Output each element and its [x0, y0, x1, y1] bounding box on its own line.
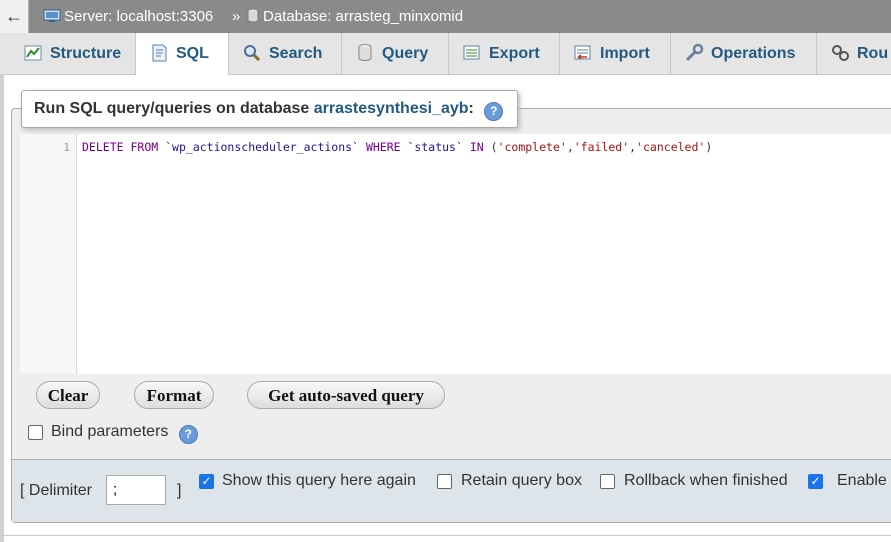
editor-gutter: 1: [20, 134, 77, 374]
tab-import[interactable]: Import: [560, 33, 671, 74]
sql-token: IN: [469, 140, 484, 154]
tab-structure-label: Structure: [50, 45, 122, 62]
tab-search-label: Search: [269, 45, 323, 62]
sql-token: FROM: [130, 140, 159, 154]
back-button[interactable]: ←: [0, 0, 29, 33]
sql-token: WHERE: [365, 140, 401, 154]
rollback-label[interactable]: Rollback when finished: [624, 472, 788, 490]
bind-parameters-label[interactable]: Bind parameters ?: [51, 423, 198, 444]
panel-title-suffix: :: [468, 100, 474, 117]
get-auto-saved-query-button[interactable]: Get auto-saved query: [247, 381, 445, 409]
tab-routines-label: Rou: [857, 45, 889, 62]
breadcrumb-server-link[interactable]: Server: localhost:3306: [43, 0, 213, 33]
bottom-divider: [0, 535, 891, 536]
routines-icon: [832, 45, 849, 61]
breadcrumb-server-label: Server: localhost:3306: [64, 8, 214, 25]
rollback-checkbox[interactable]: [600, 474, 615, 489]
search-icon: [244, 45, 261, 62]
delimiter-input[interactable]: ;: [106, 475, 166, 505]
tab-routines[interactable]: Rou: [817, 33, 891, 74]
sql-token: ): [705, 140, 713, 154]
delimiter-close-bracket: ]: [177, 482, 182, 499]
bind-parameters-help-icon[interactable]: ?: [178, 425, 198, 444]
panel-db-name: arrastesynthesi_ayb: [313, 100, 469, 117]
breadcrumb-database-link[interactable]: Database: arrasteg_minxomid: [247, 0, 463, 33]
delimiter-label: [ Delimiter: [20, 482, 93, 499]
tab-bar: Structure SQL Search Query Export Import: [0, 33, 891, 75]
server-icon: [43, 9, 61, 22]
bind-parameters-checkbox[interactable]: [28, 425, 43, 440]
tab-sql[interactable]: SQL: [136, 33, 229, 75]
line-number: 1: [63, 141, 70, 154]
export-icon: [463, 45, 480, 60]
tab-operations-label: Operations: [711, 45, 796, 62]
sql-editor[interactable]: 1 DELETE FROM `wp_actionscheduler_action…: [20, 134, 891, 374]
database-icon: [247, 8, 259, 23]
breadcrumb-database-label: Database: arrasteg_minxomid: [263, 8, 464, 25]
enable-checkbox[interactable]: ✓: [808, 474, 823, 489]
show-query-label[interactable]: Show this query here again: [222, 472, 416, 490]
operations-icon: [685, 43, 704, 62]
tab-export-label: Export: [489, 45, 540, 62]
sql-token: `wp_actionscheduler_actions`: [165, 140, 359, 154]
panel-title: Run SQL query/queries on database arrast…: [21, 90, 519, 128]
tab-structure[interactable]: Structure: [10, 33, 136, 74]
sql-code-line[interactable]: DELETE FROM `wp_actionscheduler_actions`…: [82, 140, 712, 154]
sql-token: 'canceled': [636, 140, 706, 154]
sql-token: (: [490, 140, 498, 154]
panel-title-prefix: Run SQL query/queries on database: [34, 100, 310, 117]
tab-sql-label: SQL: [176, 45, 209, 62]
tab-search[interactable]: Search: [229, 33, 342, 74]
retain-query-box-checkbox[interactable]: [437, 474, 452, 489]
tab-export[interactable]: Export: [449, 33, 560, 74]
sql-token: 'failed': [573, 140, 630, 154]
sql-token: DELETE: [82, 140, 124, 154]
sql-token: `status`: [407, 140, 463, 154]
sql-icon: [152, 44, 167, 62]
query-icon: [358, 44, 372, 61]
clear-button[interactable]: Clear: [36, 381, 100, 409]
tab-query[interactable]: Query: [342, 33, 449, 74]
breadcrumb-separator: »: [232, 8, 241, 25]
show-query-checkbox[interactable]: ✓: [199, 474, 214, 489]
structure-icon: [24, 45, 42, 61]
format-button[interactable]: Format: [134, 381, 214, 409]
left-frame-strip: [0, 74, 4, 542]
sql-token: ,: [566, 140, 574, 154]
top-breadcrumb-bar: ← Server: localhost:3306 » Database: arr…: [0, 0, 891, 33]
import-icon: [574, 45, 591, 60]
help-icon[interactable]: ?: [484, 102, 504, 121]
retain-query-box-label[interactable]: Retain query box: [461, 472, 582, 490]
enable-label[interactable]: Enable: [837, 472, 887, 490]
tab-query-label: Query: [382, 45, 429, 62]
tab-operations[interactable]: Operations: [671, 33, 817, 74]
sql-token: 'complete': [497, 140, 567, 154]
tab-import-label: Import: [600, 45, 650, 62]
